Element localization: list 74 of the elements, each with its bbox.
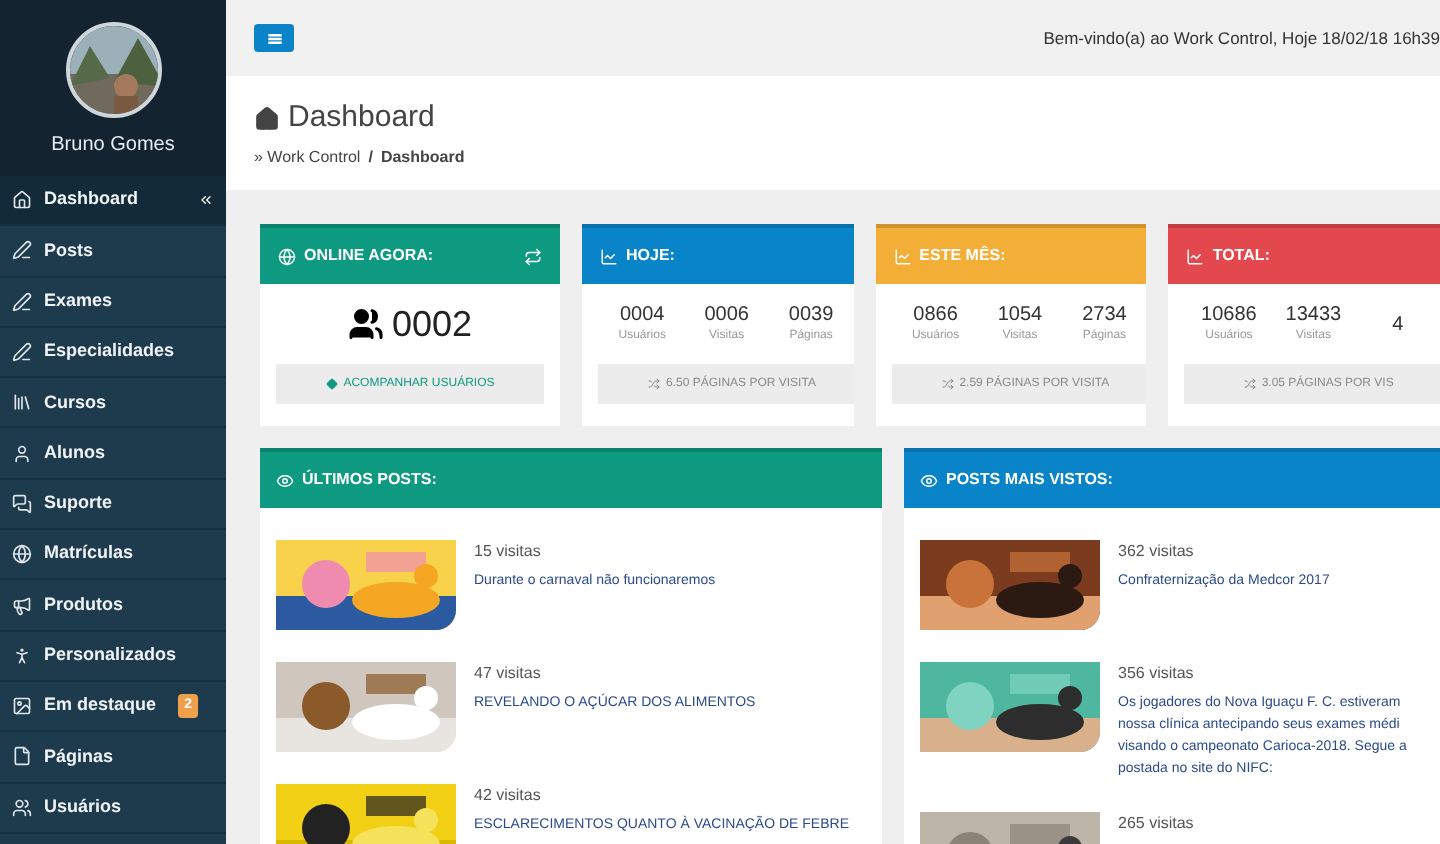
chart-icon [1186,247,1205,265]
shuffle-icon [941,378,954,390]
page-title: Dashboard [288,97,435,138]
sidebar-label: Personalizados [44,642,177,669]
sidebar-label: Dashboard [44,186,139,213]
sidebar-label: Usuários [44,793,122,820]
user-icon [12,443,32,464]
collapse-icon[interactable] [198,192,214,209]
eye-icon [276,471,294,489]
sidebar-label: Matrículas [44,540,134,567]
welcome-text: Bem-vindo(a) ao Work Control, Hoje 18/02/18 16h39 [1043,25,1440,51]
stat-value: 0866 [913,302,958,328]
sidebar-label: Cursos [44,389,107,416]
view-count: 362 visitas [1118,540,1196,564]
stat-value: 13433 [1285,302,1342,328]
online-count: 0002 [391,301,473,347]
stat-value: 2734 [1082,302,1127,328]
sidebar-label: Suporte [44,490,113,517]
view-count: 15 visitas [474,540,543,564]
refresh-icon[interactable] [524,247,542,265]
stat-value: 0004 [619,302,665,328]
sidebar-label: Em destaque [44,692,157,719]
breadcrumb-current: Dashboard [380,146,465,171]
user-name: Bruno Gomes [51,132,175,160]
sidebar-label: Produtos [44,591,123,618]
stat-value: 1054 [997,302,1043,328]
sidebar-label: Especialidades [44,338,175,365]
view-count: 42 visitas [474,784,543,808]
chart-icon [893,247,912,265]
sidebar-item[interactable]: Personalizados [0,631,226,682]
shuffle-icon [1243,378,1256,390]
sidebar-label: Páginas [44,743,114,770]
view-count: 47 visitas [474,662,543,686]
page-icon [12,746,32,767]
sidebar-label: Posts [44,237,94,264]
stat-value: 10686 [1201,302,1257,328]
sidebar-label: Exames [44,287,113,314]
sidebar-label: Alunos [44,439,105,466]
stat-value: 4 [1392,311,1404,337]
pen-icon [12,342,32,363]
image-icon [12,696,32,717]
home-icon [254,105,280,131]
breadcrumb-separator: / [368,146,373,171]
menu-icon [267,33,281,43]
sidebar-item[interactable]: Exames [0,277,226,328]
eye-icon [920,471,938,489]
view-count: 265 visitas [1118,812,1194,836]
panel-title: ÚLTIMOS POSTS: [302,468,437,492]
chart-icon [600,247,618,265]
pen-icon [12,240,32,261]
home-icon [12,190,32,211]
globe-icon [12,544,32,565]
card-title: ESTE MÊS: [919,244,1006,268]
view-count: 356 visitas [1118,662,1196,686]
books-icon [12,392,32,413]
diamond-icon [325,378,338,390]
figure-icon [12,645,32,666]
card-title: ONLINE AGORA: [304,244,434,268]
shuffle-icon [648,378,661,390]
sidebar-item[interactable]: Usuários [0,783,226,834]
card-title: HOJE: [626,244,675,268]
menu-button[interactable] [254,24,294,52]
stat-value: 0039 [788,302,834,328]
megaphone-icon [12,595,32,616]
globe-icon [278,247,296,265]
pen-icon [12,291,32,312]
sidebar-item[interactable]: Dashboard [0,176,226,227]
stat-value: 0006 [704,302,749,328]
panel-title: POSTS MAIS VISTOS: [946,468,1113,492]
users-icon [347,306,384,342]
card-title: TOTAL: [1212,244,1270,268]
chat-icon [12,493,32,514]
breadcrumb-link[interactable]: » Work Control [254,146,361,171]
users-icon [12,797,32,818]
